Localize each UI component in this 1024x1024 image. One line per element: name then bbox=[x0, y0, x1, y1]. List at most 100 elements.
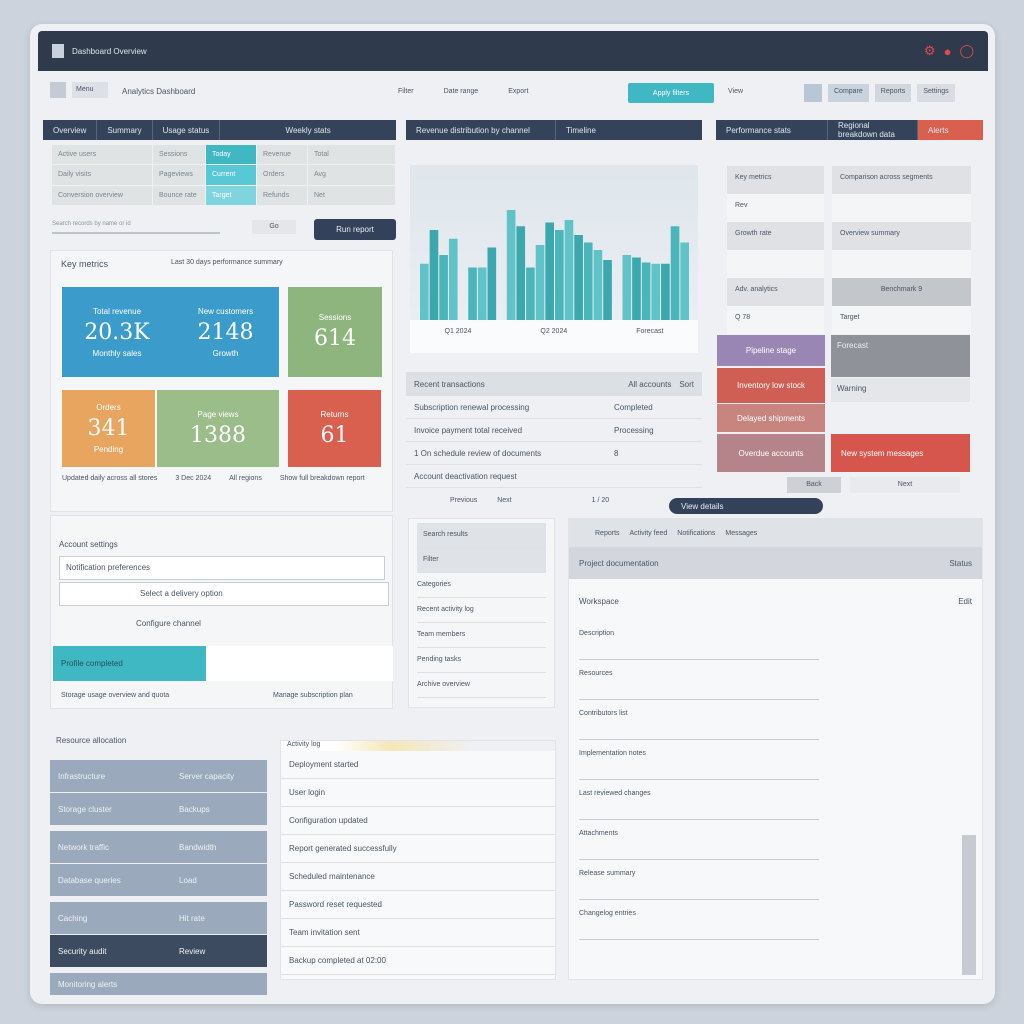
grid-cell[interactable]: Revenue bbox=[257, 145, 307, 165]
kpi-tile-sessions[interactable]: Sessions 614 bbox=[288, 287, 382, 377]
kpi-tile-customers[interactable]: New customers 2148 Growth bbox=[172, 287, 279, 377]
tab-summary[interactable]: Summary bbox=[97, 120, 153, 140]
detail-row[interactable]: Last reviewed changes bbox=[579, 780, 819, 820]
tab-overview[interactable]: Overview bbox=[43, 120, 98, 140]
mid-list-item[interactable]: Filter bbox=[417, 548, 546, 573]
tab-performance[interactable]: Performance stats bbox=[716, 120, 828, 140]
grid-view-icon[interactable] bbox=[804, 84, 822, 102]
apply-filters-button[interactable]: Apply filters bbox=[628, 83, 714, 103]
segment-cell[interactable]: Comparison across segments bbox=[832, 166, 971, 194]
reports-button[interactable]: Reports bbox=[874, 84, 912, 102]
next-button[interactable]: Next bbox=[850, 477, 960, 493]
activity-row[interactable]: Report generated successfully bbox=[281, 835, 555, 863]
export-link[interactable]: Export bbox=[508, 88, 528, 95]
grid-cell[interactable]: Bounce rate bbox=[153, 185, 205, 205]
filter-link[interactable]: Filter bbox=[398, 88, 414, 95]
grid-cell[interactable]: Active users bbox=[52, 145, 152, 165]
metric-cell[interactable]: Rev bbox=[727, 194, 824, 222]
tab-timeline[interactable]: Timeline bbox=[556, 120, 606, 140]
menu-button[interactable] bbox=[50, 82, 66, 98]
user-icon[interactable]: ◯ bbox=[959, 43, 974, 59]
resource-row[interactable]: Caching Hit rate bbox=[50, 902, 267, 934]
kpi-tile-revenue[interactable]: Total revenue 20.3K Monthly sales bbox=[62, 287, 172, 377]
resource-row[interactable]: Infrastructure Server capacity bbox=[50, 760, 267, 792]
list-item[interactable]: 1 On schedule review of documents 8 bbox=[406, 442, 702, 465]
resource-row[interactable]: Monitoring alerts bbox=[50, 973, 267, 995]
detail-row[interactable]: Contributors list bbox=[579, 700, 819, 740]
resource-row[interactable]: Network traffic Bandwidth bbox=[50, 831, 267, 863]
kpi-footer-link[interactable]: Show full breakdown report bbox=[280, 475, 365, 482]
date-range-link[interactable]: Date range bbox=[444, 88, 479, 95]
tab-weekly[interactable]: Weekly stats bbox=[220, 120, 396, 140]
sort-button[interactable]: Sort bbox=[679, 380, 694, 389]
resource-row[interactable]: Security audit Review bbox=[50, 935, 267, 967]
list-item[interactable]: Subscription renewal processing Completed bbox=[406, 396, 702, 419]
grid-cell[interactable]: Avg bbox=[308, 165, 395, 185]
kpi-tile-pageviews[interactable]: Page views 1388 bbox=[157, 390, 279, 467]
settings-icon[interactable]: ⚙ bbox=[924, 43, 936, 59]
compare-button[interactable]: Compare bbox=[828, 84, 869, 102]
status-delayed[interactable]: Delayed shipments bbox=[717, 404, 825, 432]
view-link[interactable]: View bbox=[728, 88, 743, 95]
tab-regional[interactable]: Regional breakdown data bbox=[828, 120, 918, 140]
settings-button[interactable]: Settings bbox=[917, 84, 955, 102]
detail-row[interactable]: Release summary bbox=[579, 860, 819, 900]
metric-cell[interactable]: Growth rate bbox=[727, 222, 824, 250]
tab-usage[interactable]: Usage status bbox=[153, 120, 221, 140]
list-item[interactable]: Invoice payment total received Processing bbox=[406, 419, 702, 442]
mid-list-item[interactable]: Recent activity log bbox=[417, 598, 546, 623]
metric-cell[interactable]: Q 78 bbox=[727, 306, 824, 334]
search-button[interactable]: Go bbox=[252, 220, 296, 234]
grid-cell[interactable]: Net bbox=[308, 185, 395, 205]
delivery-select[interactable]: Select a delivery option bbox=[59, 582, 389, 606]
detail-row[interactable]: Changelog entries bbox=[579, 900, 819, 940]
metric-cell[interactable] bbox=[727, 250, 824, 278]
resource-row[interactable]: Database queries Load bbox=[50, 864, 267, 896]
grid-cell[interactable]: Daily visits bbox=[52, 165, 152, 185]
grid-cell[interactable]: Today bbox=[206, 145, 256, 165]
activity-row[interactable]: Password reset requested bbox=[281, 891, 555, 919]
tab-messages[interactable]: Messages bbox=[725, 530, 757, 537]
activity-row[interactable]: Team invitation sent bbox=[281, 919, 555, 947]
segment-cell[interactable] bbox=[832, 250, 971, 278]
detail-row[interactable]: Attachments bbox=[579, 820, 819, 860]
metric-cell[interactable]: Key metrics bbox=[727, 166, 824, 194]
grid-cell[interactable]: Conversion overview bbox=[52, 185, 152, 205]
grid-cell[interactable]: Pageviews bbox=[153, 165, 205, 185]
grid-cell[interactable]: Total bbox=[308, 145, 395, 165]
grid-cell[interactable]: Current bbox=[206, 165, 256, 185]
notification-field[interactable]: Notification preferences bbox=[59, 556, 385, 580]
kpi-tile-returns[interactable]: Returns 61 bbox=[288, 390, 381, 467]
metric-cell[interactable]: Adv. analytics bbox=[727, 278, 824, 306]
segment-cell[interactable] bbox=[832, 194, 971, 222]
accounts-dropdown[interactable]: All accounts bbox=[628, 380, 671, 389]
next-link[interactable]: Next bbox=[497, 497, 511, 504]
grid-cell[interactable]: Target bbox=[206, 185, 256, 205]
status-inventory[interactable]: Inventory low stock bbox=[717, 368, 825, 403]
mid-list-item[interactable]: Archive overview bbox=[417, 673, 546, 698]
configure-link[interactable]: Configure channel bbox=[136, 619, 201, 628]
menu-label[interactable]: Menu bbox=[72, 82, 108, 98]
back-button[interactable]: Back bbox=[787, 477, 841, 493]
mid-list-item[interactable]: Search results bbox=[417, 523, 546, 548]
segment-cell[interactable]: Overview summary bbox=[832, 222, 971, 250]
detail-row[interactable]: Implementation notes bbox=[579, 740, 819, 780]
notification-icon[interactable]: ● bbox=[944, 44, 952, 59]
grid-cell[interactable]: Orders bbox=[257, 165, 307, 185]
run-report-button[interactable]: Run report bbox=[314, 219, 396, 240]
scrollbar[interactable] bbox=[962, 835, 976, 975]
status-pipeline[interactable]: Pipeline stage bbox=[717, 335, 825, 366]
activity-row[interactable]: Scheduled maintenance bbox=[281, 863, 555, 891]
view-details-button[interactable]: View details bbox=[669, 498, 823, 514]
tab-reports[interactable]: Reports bbox=[595, 530, 620, 537]
activity-row[interactable]: User login bbox=[281, 779, 555, 807]
search-input[interactable]: Search records by name or id bbox=[52, 218, 220, 234]
segment-cell[interactable]: Benchmark 9 bbox=[832, 278, 971, 306]
list-item[interactable]: Account deactivation request bbox=[406, 465, 702, 488]
grid-cell[interactable]: Sessions bbox=[153, 145, 205, 165]
activity-row[interactable]: Deployment started bbox=[281, 751, 555, 779]
system-messages-banner[interactable]: New system messages bbox=[831, 434, 970, 472]
resource-row[interactable]: Storage cluster Backups bbox=[50, 793, 267, 825]
manage-plan-link[interactable]: Manage subscription plan bbox=[273, 692, 353, 699]
grid-cell[interactable]: Refunds bbox=[257, 185, 307, 205]
